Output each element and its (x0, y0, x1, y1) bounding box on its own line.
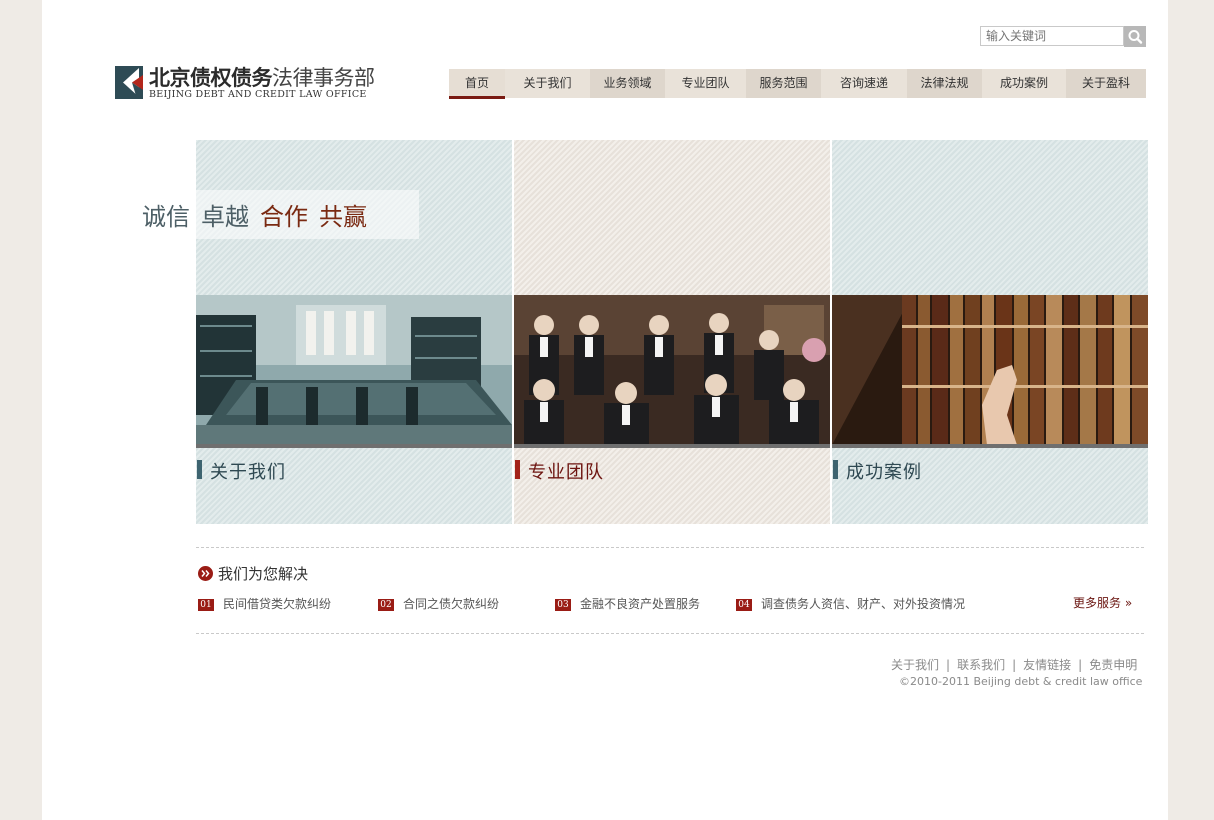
bookshelf-photo (832, 295, 1148, 445)
service-number: 03 (555, 599, 571, 611)
slogan-word: 共赢 (319, 203, 367, 231)
service-item[interactable]: 04 调查债务人资信、财产、对外投资情况 (736, 595, 965, 612)
logo[interactable]: 北京债权债务法律事务部 BEIJING DEBT AND CREDIT LAW … (115, 62, 395, 102)
footer-link[interactable]: 友情链接 (1023, 658, 1071, 672)
service-label: 民间借贷类欠款纠纷 (223, 597, 332, 611)
main-nav: 首页 关于我们 业务领域 专业团队 服务范围 咨询速递 法律法规 成功案例 关于盈科 (449, 69, 1146, 99)
label-marker (515, 460, 520, 479)
nav-item[interactable]: 成功案例 (982, 69, 1066, 98)
logo-title-bold: 北京债权债务 (149, 66, 273, 90)
service-number: 01 (198, 599, 214, 611)
nav-item[interactable]: 关于我们 (505, 69, 590, 98)
search-input[interactable] (980, 26, 1124, 46)
services-title: 我们为您解决 (218, 565, 309, 583)
footer-separator: | (946, 658, 951, 672)
footer-separator: | (1012, 658, 1017, 672)
service-item[interactable]: 03 金融不良资产处置服务 (555, 595, 700, 612)
service-item[interactable]: 02 合同之债欠款纠纷 (378, 595, 499, 612)
nav-item[interactable]: 服务范围 (746, 69, 821, 98)
service-label: 合同之债欠款纠纷 (403, 597, 500, 611)
label-marker (197, 460, 202, 479)
panel-label-about-us: 关于我们 (210, 462, 286, 483)
slogan-word: 合作 (260, 203, 308, 231)
nav-item[interactable]: 专业团队 (665, 69, 746, 98)
divider (196, 547, 1144, 548)
service-number: 04 (736, 599, 752, 611)
nav-item[interactable]: 首页 (449, 69, 505, 99)
search-button[interactable] (1124, 26, 1146, 47)
footer-link[interactable]: 联系我们 (957, 658, 1005, 672)
photo-divider (832, 444, 1148, 448)
photo-divider (196, 444, 512, 448)
slogan: 诚信 卓越 合作 共赢 (142, 197, 378, 232)
label-marker (833, 460, 838, 479)
footer-link[interactable]: 免责申明 (1089, 658, 1137, 672)
nav-item[interactable]: 咨询速递 (821, 69, 907, 98)
photo-divider (514, 444, 830, 448)
logo-mark-icon (115, 66, 143, 99)
footer-separator: | (1078, 658, 1083, 672)
service-label: 调查债务人资信、财产、对外投资情况 (761, 597, 966, 611)
logo-subtitle: BEIJING DEBT AND CREDIT LAW OFFICE (149, 89, 367, 100)
divider (196, 633, 1144, 634)
double-chevron-icon (198, 566, 213, 581)
panel-cases[interactable]: 成功案例 (832, 140, 1148, 524)
slogan-word: 卓越 (201, 203, 249, 231)
service-label: 金融不良资产处置服务 (580, 597, 701, 611)
nav-item[interactable]: 法律法规 (907, 69, 982, 98)
panel-label-team: 专业团队 (528, 462, 604, 483)
service-item[interactable]: 01 民间借贷类欠款纠纷 (198, 595, 331, 612)
footer-links: 关于我们 | 联系我们 | 友情链接 | 免责申明 (891, 656, 1137, 673)
service-number: 02 (378, 599, 394, 611)
panel-team[interactable]: 专业团队 (514, 140, 830, 524)
slogan-word: 诚信 (142, 203, 190, 231)
logo-title: 北京债权债务法律事务部 (149, 62, 375, 92)
nav-item[interactable]: 关于盈科 (1066, 69, 1146, 98)
logo-title-light: 法律事务部 (272, 66, 375, 90)
page: 北京债权债务法律事务部 BEIJING DEBT AND CREDIT LAW … (42, 0, 1168, 820)
nav-item[interactable]: 业务领域 (590, 69, 665, 98)
meeting-room-photo (196, 295, 512, 445)
search-icon (1128, 30, 1143, 44)
team-photo (514, 295, 830, 445)
more-services-link[interactable]: 更多服务 » (1073, 594, 1132, 611)
footer-link[interactable]: 关于我们 (891, 658, 939, 672)
panel-label-cases: 成功案例 (846, 462, 922, 483)
copyright: ©2010-2011 Beijing debt & credit law off… (899, 675, 1143, 688)
